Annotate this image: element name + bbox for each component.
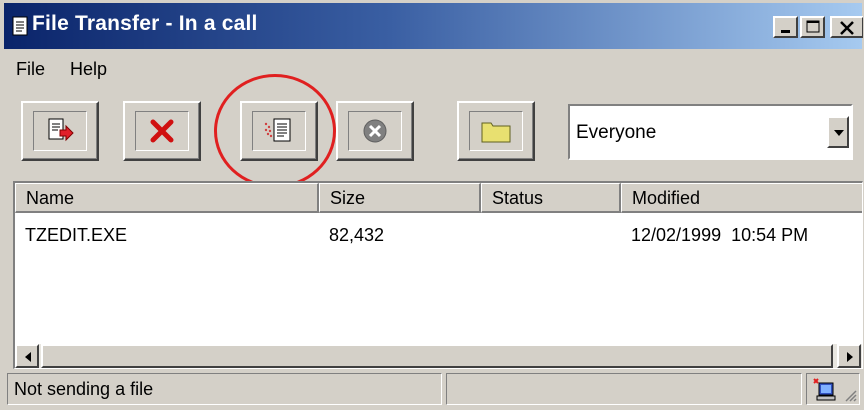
horizontal-scrollbar[interactable] [15, 344, 862, 368]
minimize-button[interactable] [773, 16, 798, 38]
arrow-right-icon [847, 352, 853, 362]
status-text: Not sending a file [14, 379, 154, 399]
resize-grip-icon[interactable] [843, 388, 857, 402]
file-transfer-window: File Transfer - In a call File Help Ever… [0, 0, 864, 410]
cancel-transfer-button[interactable] [336, 101, 414, 161]
column-header-size[interactable]: Size [319, 183, 481, 213]
column-header-name[interactable]: Name [15, 183, 319, 213]
folder-icon [481, 122, 511, 143]
red-x-icon [150, 119, 174, 143]
window-title: File Transfer - In a call [32, 12, 258, 35]
maximize-icon [806, 20, 820, 33]
dropdown-button[interactable] [827, 116, 849, 148]
send-file-icon [48, 118, 74, 142]
menu-help[interactable]: Help [70, 59, 107, 80]
stop-circle-icon [363, 119, 387, 143]
scroll-thumb[interactable] [41, 344, 833, 368]
menu-bar: File Help [4, 51, 862, 87]
menu-file[interactable]: File [16, 59, 45, 80]
remove-file-button[interactable] [123, 101, 201, 161]
network-transfer-icon [813, 378, 836, 401]
recipient-dropdown[interactable]: Everyone [568, 104, 853, 160]
maximize-button[interactable] [800, 16, 825, 38]
title-bar[interactable]: File Transfer - In a call [4, 3, 863, 49]
status-bar: Not sending a file [4, 371, 862, 407]
send-file-button[interactable] [21, 101, 99, 161]
arrow-left-icon [25, 352, 31, 362]
recipient-value: Everyone [576, 122, 657, 143]
close-button[interactable] [830, 16, 863, 38]
highlight-circle [214, 74, 336, 188]
status-panel-progress [446, 373, 802, 405]
cell-modified: 12/02/1999 10:54 PM [631, 225, 809, 245]
cell-size: 82,432 [329, 225, 385, 245]
chevron-down-icon [834, 130, 844, 136]
cell-name: TZEDIT.EXE [25, 225, 128, 245]
open-received-folder-button[interactable] [457, 101, 535, 161]
scroll-left-button[interactable] [15, 344, 39, 368]
column-header-modified[interactable]: Modified [621, 183, 862, 213]
document-icon [12, 16, 28, 36]
close-icon [840, 21, 854, 35]
scroll-right-button[interactable] [837, 344, 861, 368]
column-header-status[interactable]: Status [481, 183, 621, 213]
status-panel-icon [806, 373, 860, 405]
file-list[interactable]: Name Size Status Modified TZEDIT.EXE 82,… [13, 181, 863, 369]
minimize-icon [781, 30, 790, 33]
status-panel-main: Not sending a file [7, 373, 442, 405]
